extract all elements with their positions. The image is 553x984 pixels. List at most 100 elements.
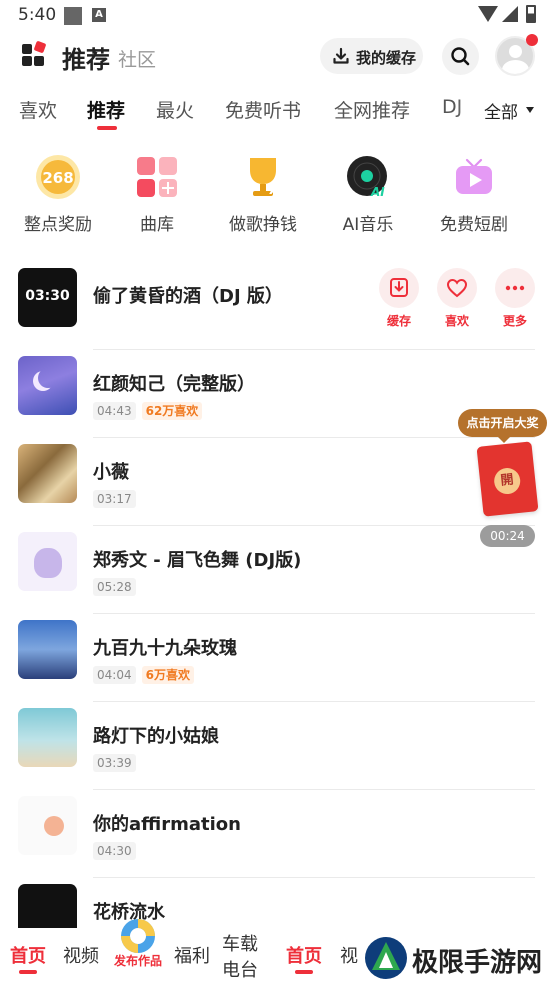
tab-free-audiobooks[interactable]: 免费听书 xyxy=(225,96,301,123)
my-cache-button[interactable]: 我的缓存 xyxy=(320,38,423,74)
song-cover: 03:30 xyxy=(18,268,77,327)
nav-video[interactable]: 视频 xyxy=(63,942,99,968)
song-title: 偷了黄昏的酒（DJ 版） xyxy=(93,286,283,307)
all-categories-button[interactable]: 全部 xyxy=(474,96,553,130)
signal-icon xyxy=(502,6,518,22)
duration-badge: 04:04 xyxy=(93,666,136,684)
active-tab-indicator xyxy=(97,126,117,130)
music-library-icon xyxy=(137,157,177,197)
song-title: 红颜知己（完整版） xyxy=(93,374,255,395)
caret-down-icon xyxy=(526,107,534,113)
song-title: 郑秀文 - 眉飞色舞 (DJ版) xyxy=(93,550,302,571)
likes-badge: 62万喜欢 xyxy=(141,402,203,420)
song-row[interactable]: 小薇 03:17 xyxy=(0,438,553,526)
shortcut-hourly-reward[interactable]: 268 整点奖励 xyxy=(8,152,108,238)
svg-text:268: 268 xyxy=(42,169,73,187)
song-row[interactable]: 路灯下的小姑娘 03:39 xyxy=(0,702,553,790)
notification-dot xyxy=(526,34,538,46)
coin-268-icon: 268 xyxy=(36,155,80,199)
ai-vinyl-icon: AI xyxy=(347,156,387,199)
cache-action-button[interactable]: 缓存 xyxy=(379,268,419,328)
envelope-seal: 開 xyxy=(492,466,522,496)
song-row[interactable]: 九百九十九朵玫瑰 04:04 6万喜欢 xyxy=(0,614,553,702)
song-meta: 04:04 6万喜欢 xyxy=(93,666,194,684)
app-logo-icon xyxy=(22,40,47,68)
download-icon xyxy=(333,47,349,64)
shortcut-make-songs[interactable]: AI 做歌挣钱 xyxy=(213,152,313,238)
tab-hottest[interactable]: 最火 xyxy=(156,96,194,123)
all-categories-label: 全部 xyxy=(484,103,518,123)
likes-badge: 6万喜欢 xyxy=(141,666,194,684)
tab-like[interactable]: 喜欢 xyxy=(19,96,57,123)
tab-recommend[interactable]: 推荐 xyxy=(87,96,125,123)
song-cover xyxy=(18,620,77,679)
song-row[interactable]: 你的affirmation 04:30 xyxy=(0,790,553,878)
nav-car-radio-line1[interactable]: 车载 xyxy=(222,930,258,956)
song-cover xyxy=(18,708,77,767)
shortcut-music-library[interactable]: 曲库 xyxy=(107,152,207,238)
song-title: 你的affirmation xyxy=(93,814,241,835)
nav-car-radio-line2[interactable]: 电台 xyxy=(222,956,258,982)
tab-dj[interactable]: DJ xyxy=(442,96,462,118)
duration-badge: 04:30 xyxy=(93,842,136,860)
wifi-icon xyxy=(478,6,498,22)
song-cover xyxy=(18,356,77,415)
shortcut-free-short-drama[interactable]: 免费短剧 xyxy=(424,152,524,238)
more-action-label: 更多 xyxy=(502,314,527,328)
svg-text:AI: AI xyxy=(370,185,385,199)
shortcut-label: 曲库 xyxy=(140,215,174,235)
song-row[interactable]: 03:30 偷了黄昏的酒（DJ 版） 缓存 喜欢 更多 xyxy=(0,262,553,350)
svg-text:AI: AI xyxy=(269,183,284,197)
shortcut-ai-music[interactable]: AI AI音乐 xyxy=(318,152,418,238)
search-icon xyxy=(451,47,470,66)
nav-welfare[interactable]: 福利 xyxy=(174,942,210,968)
song-title: 小薇 xyxy=(93,462,129,483)
more-dots-icon xyxy=(505,285,525,291)
watermark-text: 极限手游网 xyxy=(412,948,543,978)
battery-icon xyxy=(526,5,536,23)
nav-publish-button[interactable]: 发布作品 xyxy=(110,916,166,984)
song-title: 路灯下的小姑娘 xyxy=(93,726,219,747)
red-envelope-button[interactable]: 開 xyxy=(476,441,539,517)
ai-trophy-icon: AI xyxy=(250,158,284,197)
like-action-button[interactable]: 喜欢 xyxy=(437,268,477,328)
duration-badge: 03:39 xyxy=(93,754,136,772)
song-cover xyxy=(18,532,77,591)
publish-label: 发布作品 xyxy=(113,954,162,968)
heart-icon xyxy=(446,278,468,298)
duration-badge: 04:43 xyxy=(93,402,136,420)
download-box-icon xyxy=(390,278,408,297)
like-action-label: 喜欢 xyxy=(444,314,469,328)
nav-video-duplicate[interactable]: 视 xyxy=(340,942,358,968)
shortcut-label: AI音乐 xyxy=(342,215,394,235)
duration-badge: 05:28 xyxy=(93,578,136,596)
more-action-button[interactable]: 更多 xyxy=(495,268,535,328)
duration-badge: 03:17 xyxy=(93,490,136,508)
status-time: 5:40 xyxy=(18,5,57,25)
nav-home-duplicate[interactable]: 首页 xyxy=(286,942,322,968)
song-meta: 03:17 xyxy=(93,490,136,508)
search-button[interactable] xyxy=(442,38,479,75)
song-cover xyxy=(18,796,77,855)
community-link[interactable]: 社区 xyxy=(118,45,156,72)
shortcut-grid: 268 整点奖励 曲库 AI 做歌挣钱 AI AI音乐 免费短剧 xyxy=(0,152,553,238)
song-meta: 03:39 xyxy=(93,754,136,772)
cache-action-label: 缓存 xyxy=(386,314,411,328)
song-meta: 05:28 xyxy=(93,578,136,596)
watermark-logo-icon xyxy=(365,937,407,979)
notification-square-icon xyxy=(64,7,82,25)
song-meta: 04:30 xyxy=(93,842,136,860)
tab-network-recommend[interactable]: 全网推荐 xyxy=(334,96,410,123)
song-meta: 04:43 62万喜欢 xyxy=(93,402,203,420)
notification-a-icon: A xyxy=(92,8,106,22)
shortcut-label: 免费短剧 xyxy=(440,215,508,235)
tv-play-icon xyxy=(456,158,492,194)
shortcut-label: 整点奖励 xyxy=(24,215,92,235)
watermark: 极限手游网 xyxy=(362,934,553,984)
cover-duration: 03:30 xyxy=(25,288,70,304)
song-row[interactable]: 郑秀文 - 眉飞色舞 (DJ版) 05:28 xyxy=(0,526,553,614)
prize-tooltip[interactable]: 点击开启大奖 xyxy=(458,409,547,443)
nav-home[interactable]: 首页 xyxy=(10,942,46,968)
shortcut-label: 做歌挣钱 xyxy=(229,215,297,235)
page-title[interactable]: 推荐 xyxy=(62,40,110,75)
